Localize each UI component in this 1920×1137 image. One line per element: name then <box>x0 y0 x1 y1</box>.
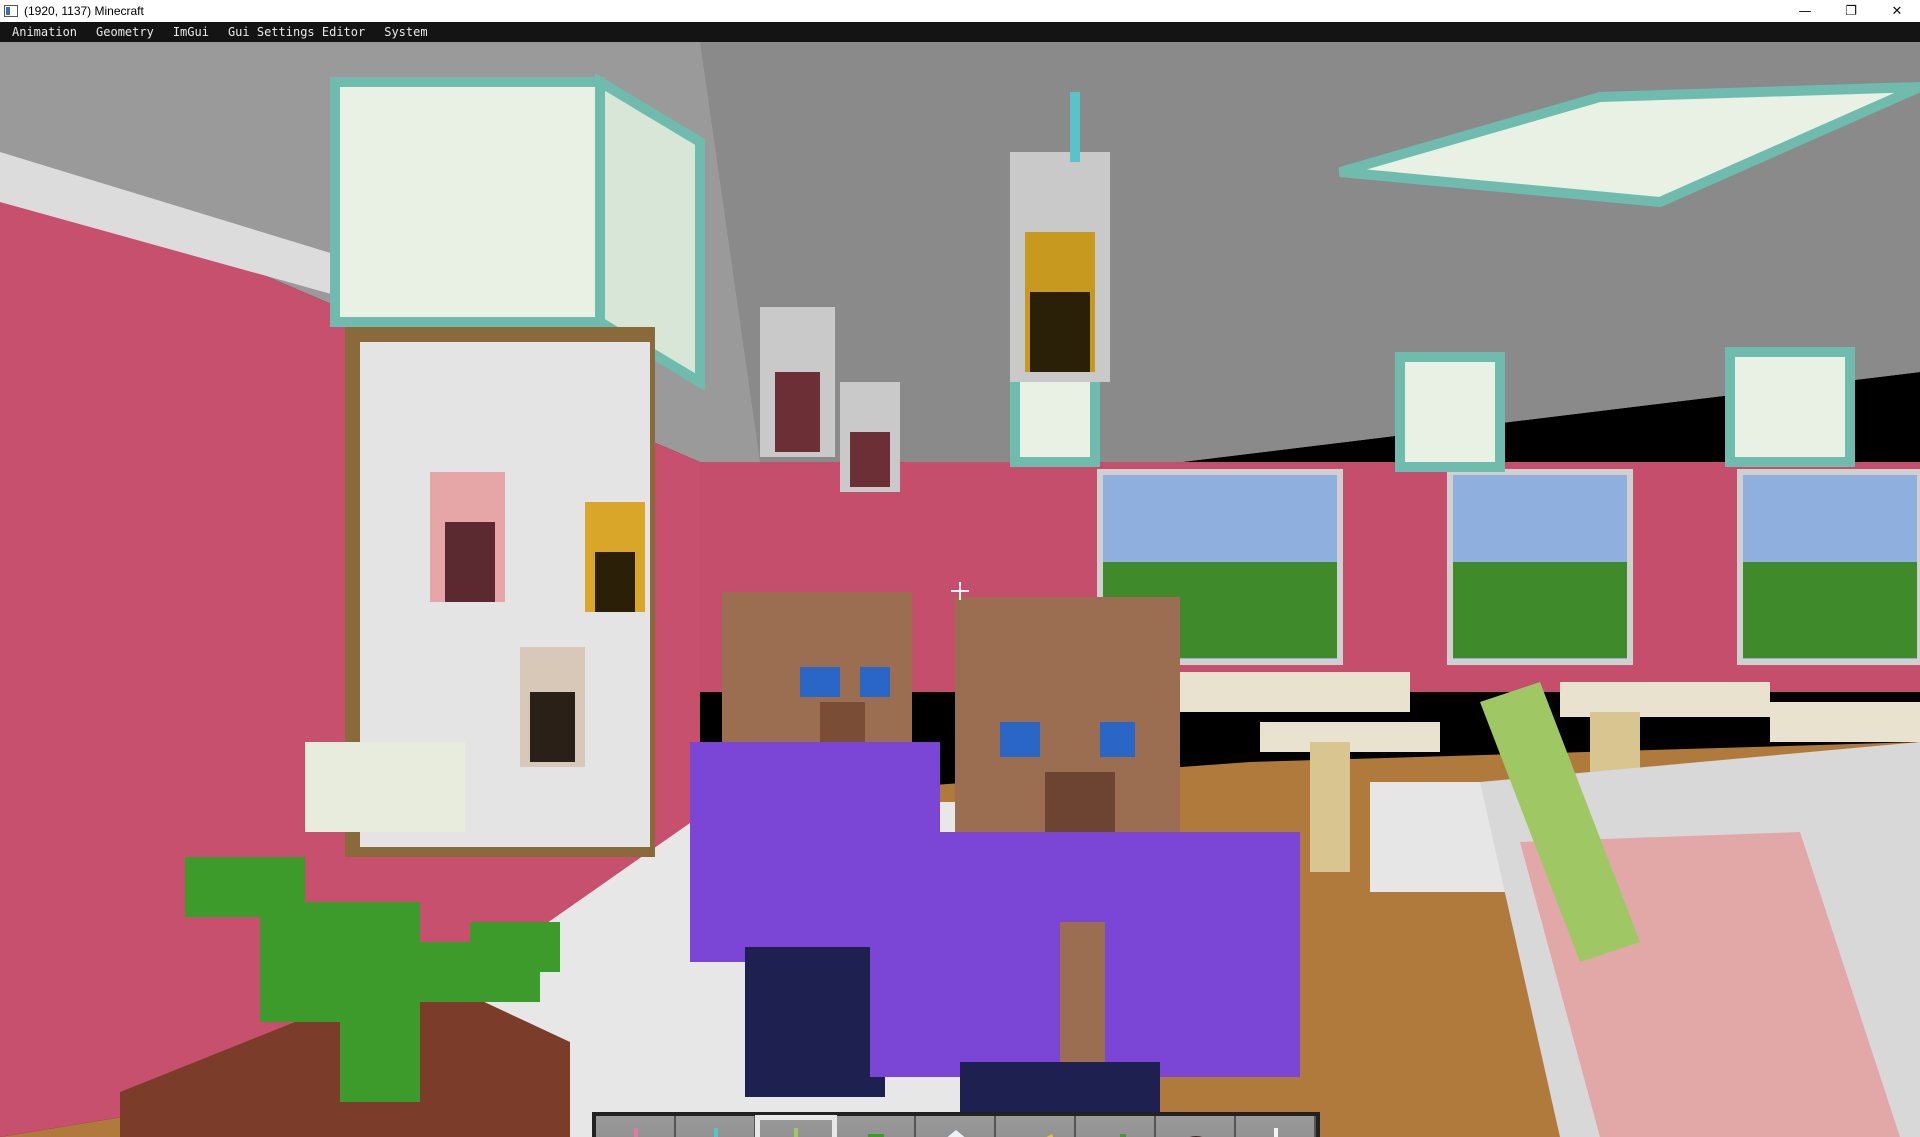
menu-imgui[interactable]: ImGui <box>161 22 216 42</box>
empty-cup-icon <box>1274 1128 1278 1137</box>
window-controls: — ❐ ✕ <box>1782 0 1920 22</box>
minimize-button[interactable]: — <box>1782 0 1828 22</box>
strawberry-boba-tea-icon <box>794 1128 798 1137</box>
hotbar <box>592 1112 1320 1137</box>
hotbar-slot-4[interactable] <box>836 1116 916 1137</box>
hotbar-slot-6[interactable] <box>996 1116 1076 1137</box>
crosshair-icon <box>951 582 969 600</box>
hotbar-slot-9[interactable] <box>1236 1116 1316 1137</box>
hotbar-slot-8[interactable] <box>1156 1116 1236 1137</box>
game-viewport[interactable] <box>0 42 1920 1137</box>
mango-boba-tea-icon <box>714 1128 718 1137</box>
hotbar-slot-2[interactable] <box>676 1116 756 1137</box>
window-title-bar: (1920, 1137) Minecraft — ❐ ✕ <box>0 0 1920 23</box>
window-title: (1920, 1137) Minecraft <box>24 4 144 18</box>
hotbar-slot-5[interactable] <box>916 1116 996 1137</box>
restore-button[interactable]: ❐ <box>1828 0 1874 22</box>
menu-gui-settings-editor[interactable]: Gui Settings Editor <box>216 22 372 42</box>
menu-system[interactable]: System <box>372 22 434 42</box>
hotbar-slot-3[interactable] <box>755 1115 837 1137</box>
milk-carton-icon <box>947 1130 965 1137</box>
imgui-menu-bar: Animation Geometry ImGui Gui Settings Ed… <box>0 22 1920 42</box>
pink-boba-tea-icon <box>634 1128 638 1137</box>
menu-geometry[interactable]: Geometry <box>84 22 161 42</box>
hotbar-slot-1[interactable] <box>596 1116 676 1137</box>
menu-animation[interactable]: Animation <box>0 22 84 42</box>
tea-leaf-icon <box>1120 1134 1126 1137</box>
strawberry-icon <box>868 1134 884 1137</box>
coconut-icon <box>1189 1136 1203 1137</box>
app-window-icon <box>4 5 18 17</box>
hotbar-slot-7[interactable] <box>1076 1116 1156 1137</box>
close-button[interactable]: ✕ <box>1874 0 1920 22</box>
mango-icon <box>1046 1134 1053 1137</box>
